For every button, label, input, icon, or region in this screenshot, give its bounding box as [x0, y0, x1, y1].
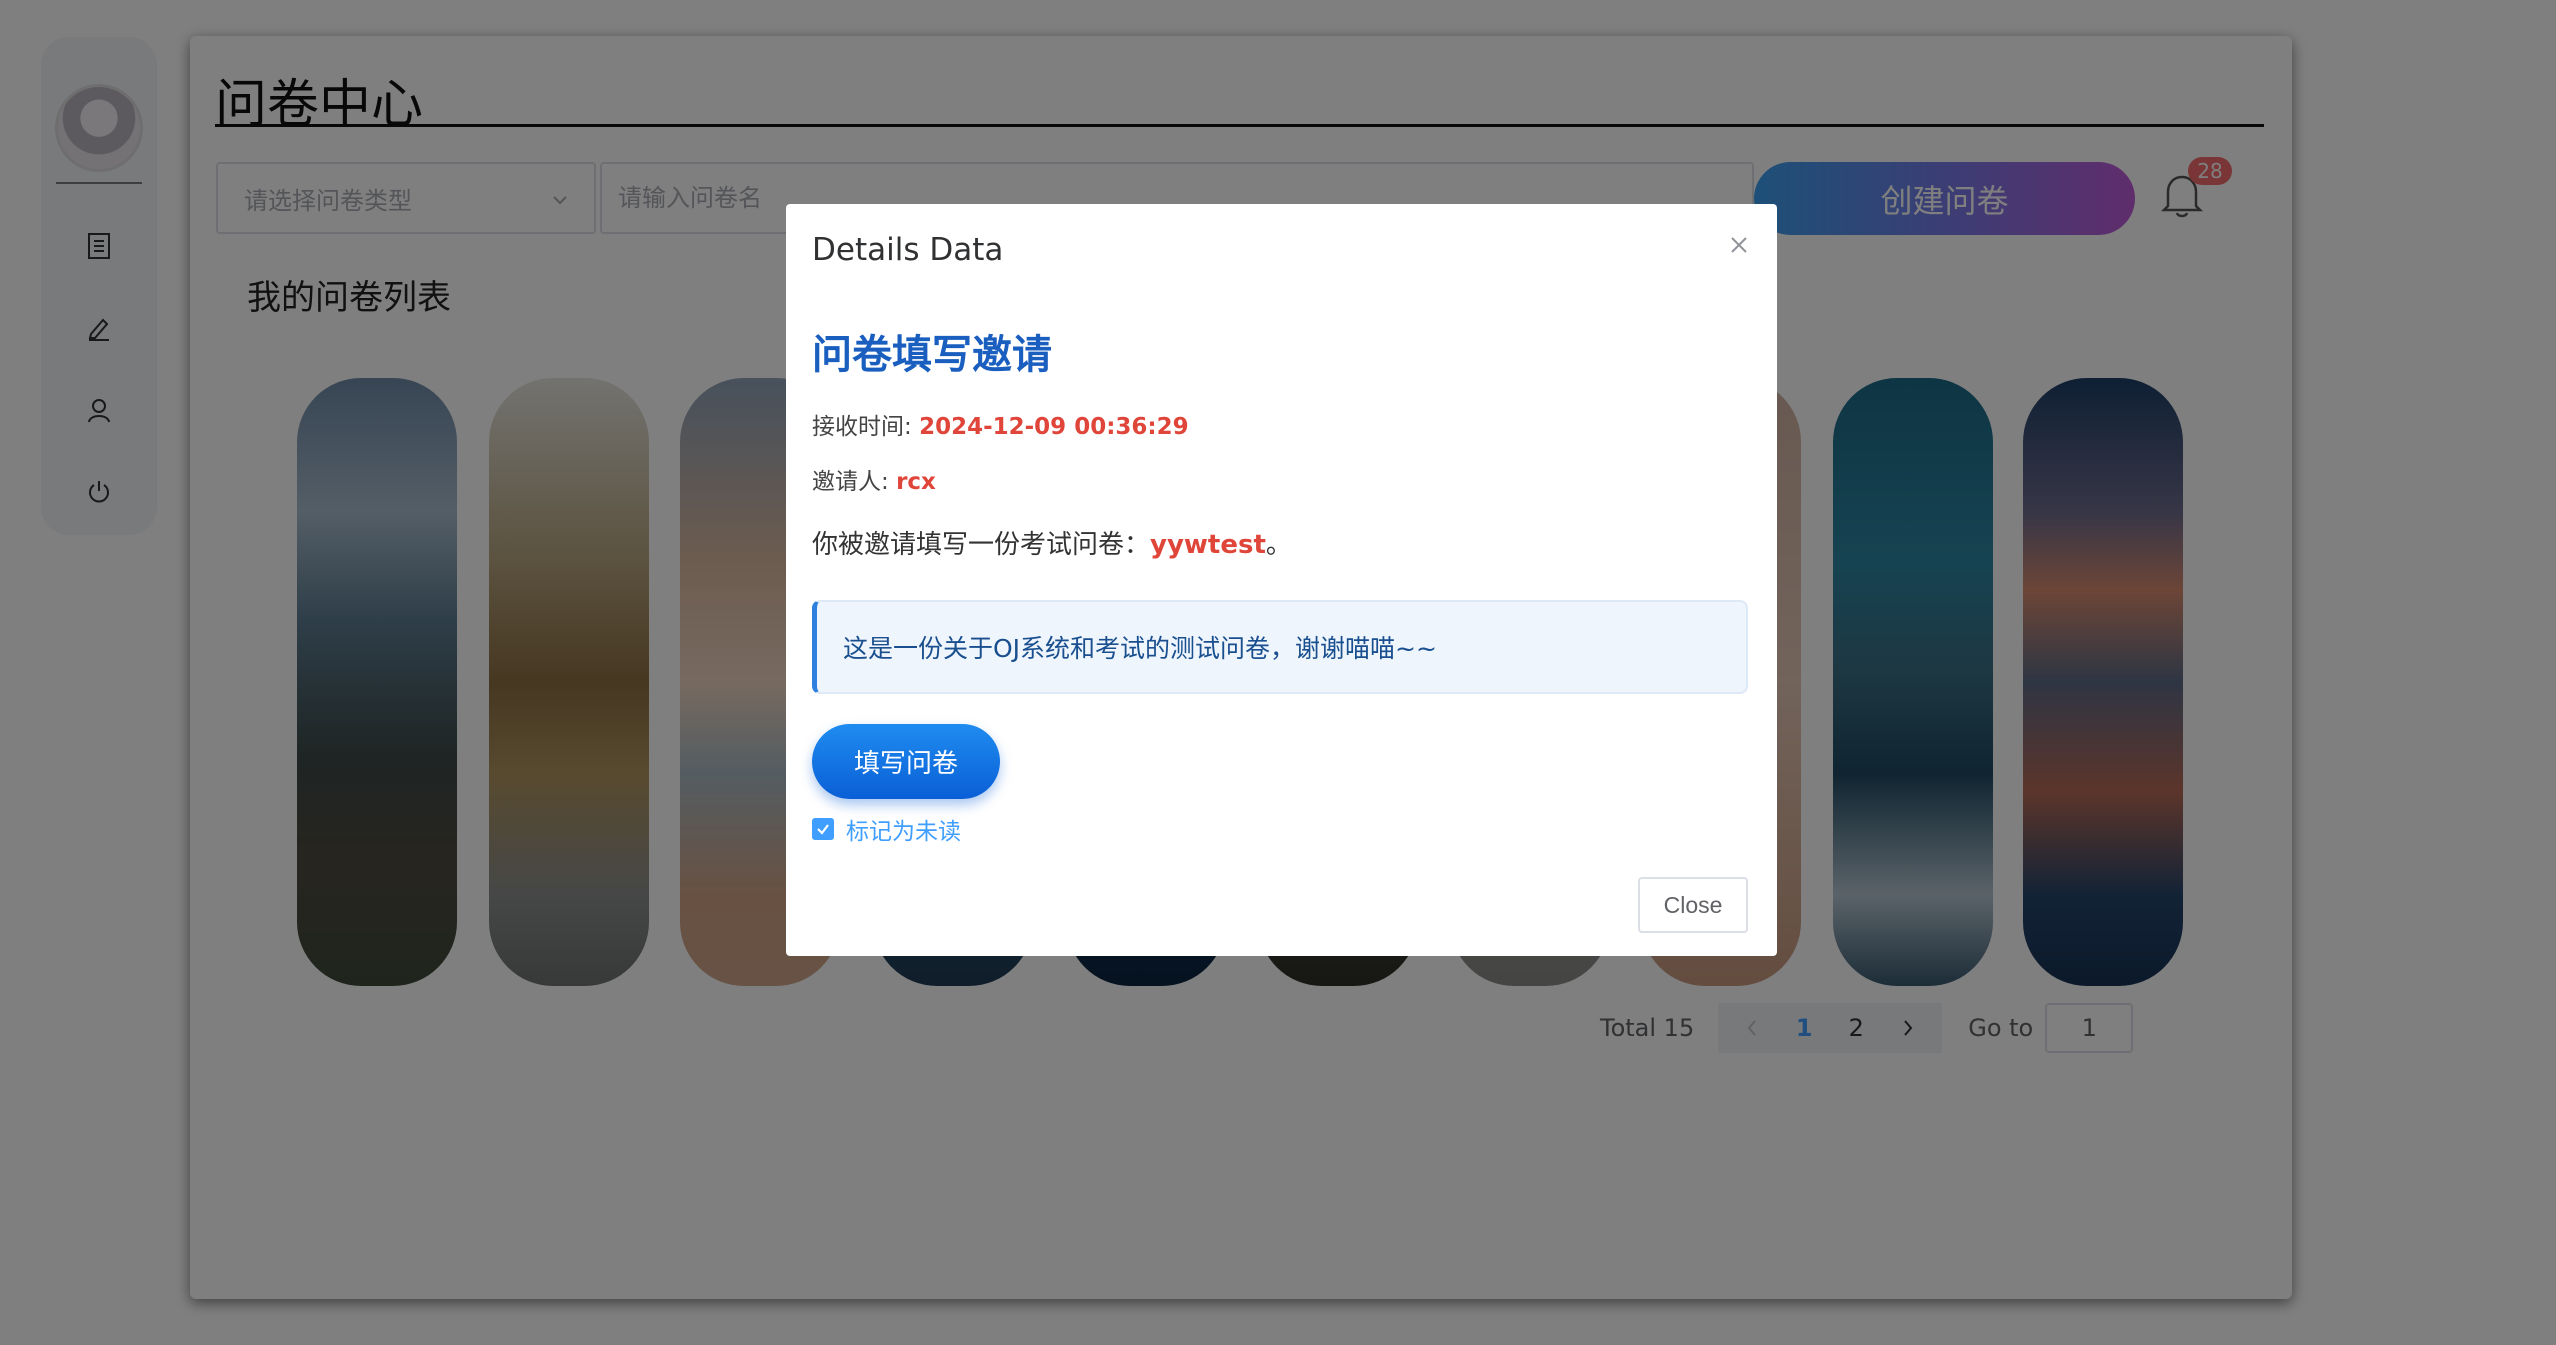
invitation-description: 你被邀请填写一份考试问卷：yywtest。	[812, 524, 1292, 561]
inviter-value: rcx	[896, 469, 936, 495]
dialog-title: Details Data	[812, 232, 1004, 268]
details-dialog: Details Data 问卷填写邀请 接收时间: 2024-12-09 00:…	[786, 204, 1777, 956]
inviter-label: 邀请人:	[812, 469, 897, 495]
mark-unread-label: 标记为未读	[846, 819, 961, 845]
fill-survey-button[interactable]: 填写问卷	[812, 724, 1000, 799]
invitation-heading: 问卷填写邀请	[812, 332, 1052, 378]
close-button[interactable]: Close	[1638, 877, 1748, 933]
received-time-row: 接收时间: 2024-12-09 00:36:29	[812, 407, 1189, 441]
checkbox-checked-icon[interactable]	[812, 818, 834, 840]
received-time-label: 接收时间:	[812, 414, 920, 440]
close-icon[interactable]	[1724, 230, 1754, 260]
received-time-value: 2024-12-09 00:36:29	[919, 414, 1189, 440]
mark-unread-checkbox[interactable]: 标记为未读	[812, 812, 961, 846]
survey-name: yywtest	[1150, 530, 1266, 560]
description-suffix: 。	[1265, 530, 1292, 560]
survey-note: 这是一份关于OJ系统和考试的测试问卷，谢谢喵喵~~	[812, 600, 1748, 694]
inviter-row: 邀请人: rcx	[812, 462, 936, 496]
description-prefix: 你被邀请填写一份考试问卷：	[812, 530, 1151, 560]
